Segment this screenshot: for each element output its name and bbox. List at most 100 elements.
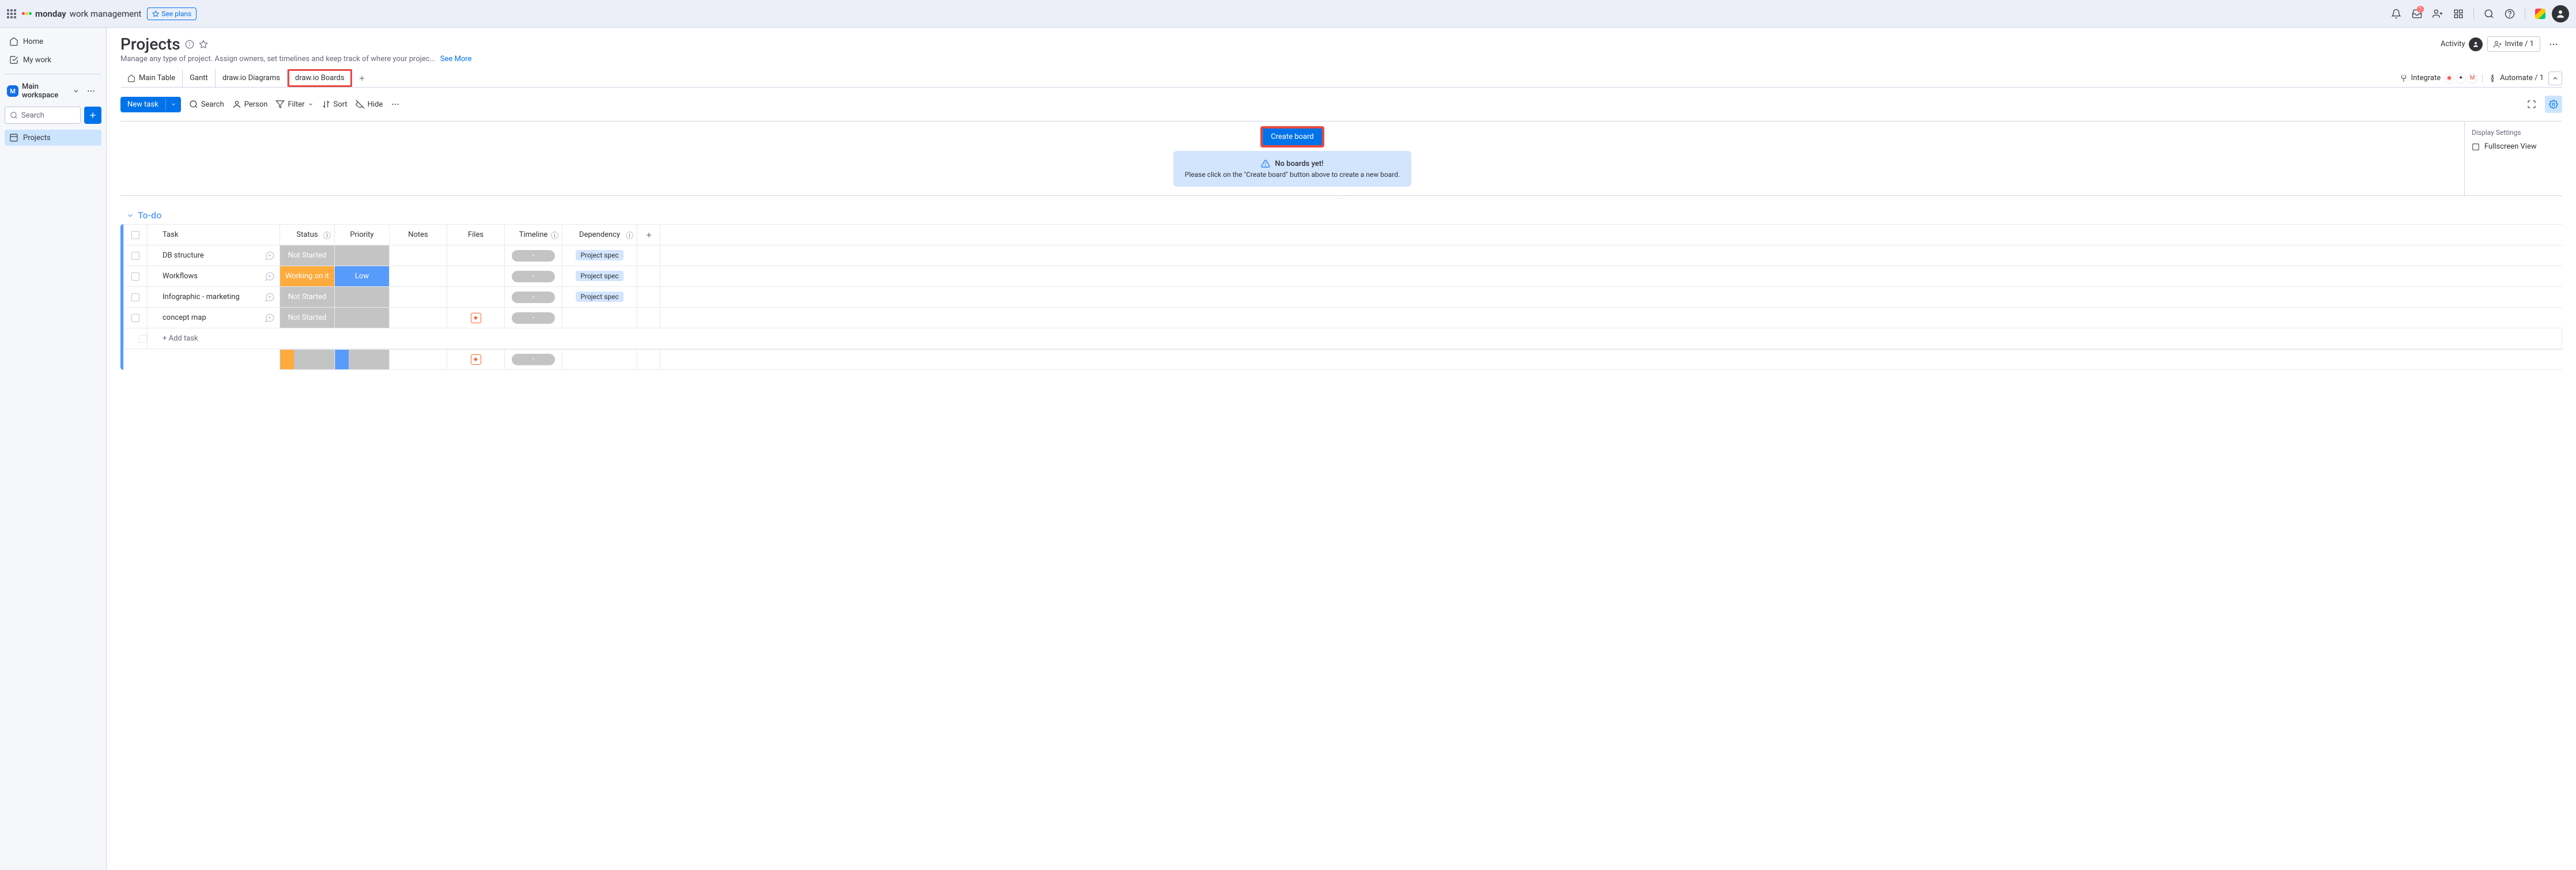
col-timeline[interactable]: Timelineⓘ [505, 225, 562, 245]
tab-gantt[interactable]: Gantt [183, 69, 216, 87]
row-checkbox[interactable] [131, 252, 139, 260]
integrate-button[interactable]: Integrate ◉ ✦ M [2400, 73, 2478, 84]
col-status[interactable]: Statusⓘ [280, 225, 335, 245]
status-cell[interactable]: Not Started [280, 308, 335, 328]
brand-logo[interactable]: monday work management [22, 9, 141, 19]
row-checkbox[interactable] [131, 314, 139, 322]
toolbar-more[interactable] [391, 100, 400, 109]
toolbar-search[interactable]: Search [189, 100, 224, 109]
status-cell[interactable]: Not Started [280, 287, 335, 308]
sidebar-mywork[interactable]: My work [5, 52, 101, 68]
workspace-name: Main workspace [22, 82, 69, 100]
col-notes[interactable]: Notes [390, 225, 447, 245]
timeline-cell[interactable]: - [505, 245, 562, 266]
notifications-icon[interactable] [2387, 5, 2405, 23]
notes-cell[interactable] [390, 287, 447, 308]
timeline-cell[interactable]: - [505, 287, 562, 308]
settings-icon[interactable] [2545, 96, 2562, 113]
notes-cell[interactable] [390, 245, 447, 266]
workspace-selector[interactable]: M Main workspace [5, 80, 101, 102]
task-name-cell[interactable]: Infographic - marketing [148, 287, 280, 308]
new-task-dropdown[interactable] [165, 98, 181, 111]
col-task[interactable]: Task [148, 225, 280, 245]
sidebar-home[interactable]: Home [5, 33, 101, 50]
status-cell[interactable]: Working on it [280, 266, 335, 287]
view-tabs: Main Table Gantt draw.io Diagrams draw.i… [120, 69, 2562, 88]
add-column-button[interactable] [637, 225, 660, 245]
tab-drawio-boards[interactable]: draw.io Boards [288, 69, 352, 87]
display-settings-panel: Display Settings Fullscreen View [2464, 122, 2562, 195]
dependency-cell[interactable]: Project spec [562, 245, 637, 266]
inbox-badge: 1 [2417, 6, 2424, 13]
automate-button[interactable]: Automate / 1 [2482, 74, 2544, 82]
dependency-cell[interactable]: Project spec [562, 266, 637, 287]
inbox-icon[interactable]: 1 [2408, 5, 2426, 23]
info-icon[interactable]: ⓘ [626, 229, 633, 240]
conversation-icon[interactable] [265, 251, 275, 261]
fullscreen-icon[interactable] [2523, 96, 2540, 113]
info-icon[interactable] [185, 40, 194, 49]
notes-cell[interactable] [390, 308, 447, 328]
toolbar-filter[interactable]: Filter [275, 100, 313, 109]
priority-cell[interactable] [335, 245, 390, 266]
files-cell[interactable] [447, 266, 505, 287]
task-name-cell[interactable]: DB structure [148, 245, 280, 266]
invite-button[interactable]: Invite / 1 [2487, 36, 2540, 52]
tab-main-table[interactable]: Main Table [120, 69, 183, 87]
priority-cell[interactable]: Low [335, 266, 390, 287]
file-thumb-icon[interactable]: ◆ [471, 313, 481, 323]
see-more-link[interactable]: See More [440, 55, 472, 63]
apps-grid-icon[interactable] [7, 9, 16, 18]
task-name-cell[interactable]: concept map [148, 308, 280, 328]
col-files[interactable]: Files [447, 225, 505, 245]
timeline-cell[interactable]: - [505, 308, 562, 328]
sidebar-board-projects[interactable]: Projects [5, 130, 101, 146]
search-icon[interactable] [2480, 5, 2498, 23]
dependency-cell[interactable] [562, 308, 637, 328]
board-menu-button[interactable] [2545, 36, 2562, 53]
activity-button[interactable]: Activity [2441, 37, 2483, 51]
row-checkbox[interactable] [131, 273, 139, 281]
info-icon[interactable]: ⓘ [551, 229, 558, 240]
help-icon[interactable] [2501, 5, 2519, 23]
add-task-row[interactable]: + Add task [124, 328, 2562, 349]
new-task-button[interactable]: New task [120, 97, 181, 112]
toolbar-person[interactable]: Person [232, 100, 268, 109]
notes-cell[interactable] [390, 266, 447, 287]
apps-icon[interactable] [2449, 5, 2468, 23]
collapse-header-button[interactable] [2548, 71, 2562, 85]
see-plans-button[interactable]: See plans [147, 7, 197, 20]
conversation-icon[interactable] [265, 292, 275, 302]
invite-members-icon[interactable] [2428, 5, 2447, 23]
toolbar-hide[interactable]: Hide [356, 100, 383, 109]
workspace-search-input[interactable]: Search [5, 107, 81, 124]
monday-chip-icon[interactable] [2531, 5, 2549, 23]
conversation-icon[interactable] [265, 313, 275, 323]
col-priority[interactable]: Priority [335, 225, 390, 245]
workspace-menu-button[interactable] [83, 83, 99, 99]
files-cell[interactable] [447, 245, 505, 266]
status-cell[interactable]: Not Started [280, 245, 335, 266]
favorite-icon[interactable] [199, 40, 208, 49]
info-icon[interactable]: ⓘ [323, 229, 331, 240]
select-all-checkbox[interactable] [131, 231, 139, 239]
toolbar-sort[interactable]: Sort [322, 100, 348, 109]
conversation-icon[interactable] [265, 271, 275, 282]
col-dependency[interactable]: Dependencyⓘ [562, 225, 637, 245]
panel-resize-handle[interactable]: ⋯⋯ [120, 196, 2562, 201]
tab-drawio-diagrams[interactable]: draw.io Diagrams [216, 69, 288, 87]
priority-cell[interactable] [335, 287, 390, 308]
group-header[interactable]: To-do [120, 210, 2562, 221]
files-cell[interactable] [447, 287, 505, 308]
timeline-cell[interactable]: - [505, 266, 562, 287]
add-item-button[interactable] [84, 107, 101, 124]
dependency-cell[interactable]: Project spec [562, 287, 637, 308]
priority-cell[interactable] [335, 308, 390, 328]
create-board-button[interactable]: Create board [1260, 126, 1324, 147]
task-name-cell[interactable]: Workflows [148, 266, 280, 287]
files-cell[interactable]: ◆ [447, 308, 505, 328]
user-avatar[interactable] [2552, 5, 2569, 22]
add-view-button[interactable] [352, 70, 372, 87]
row-checkbox[interactable] [131, 293, 139, 301]
fullscreen-view-option[interactable]: Fullscreen View [2472, 142, 2555, 151]
